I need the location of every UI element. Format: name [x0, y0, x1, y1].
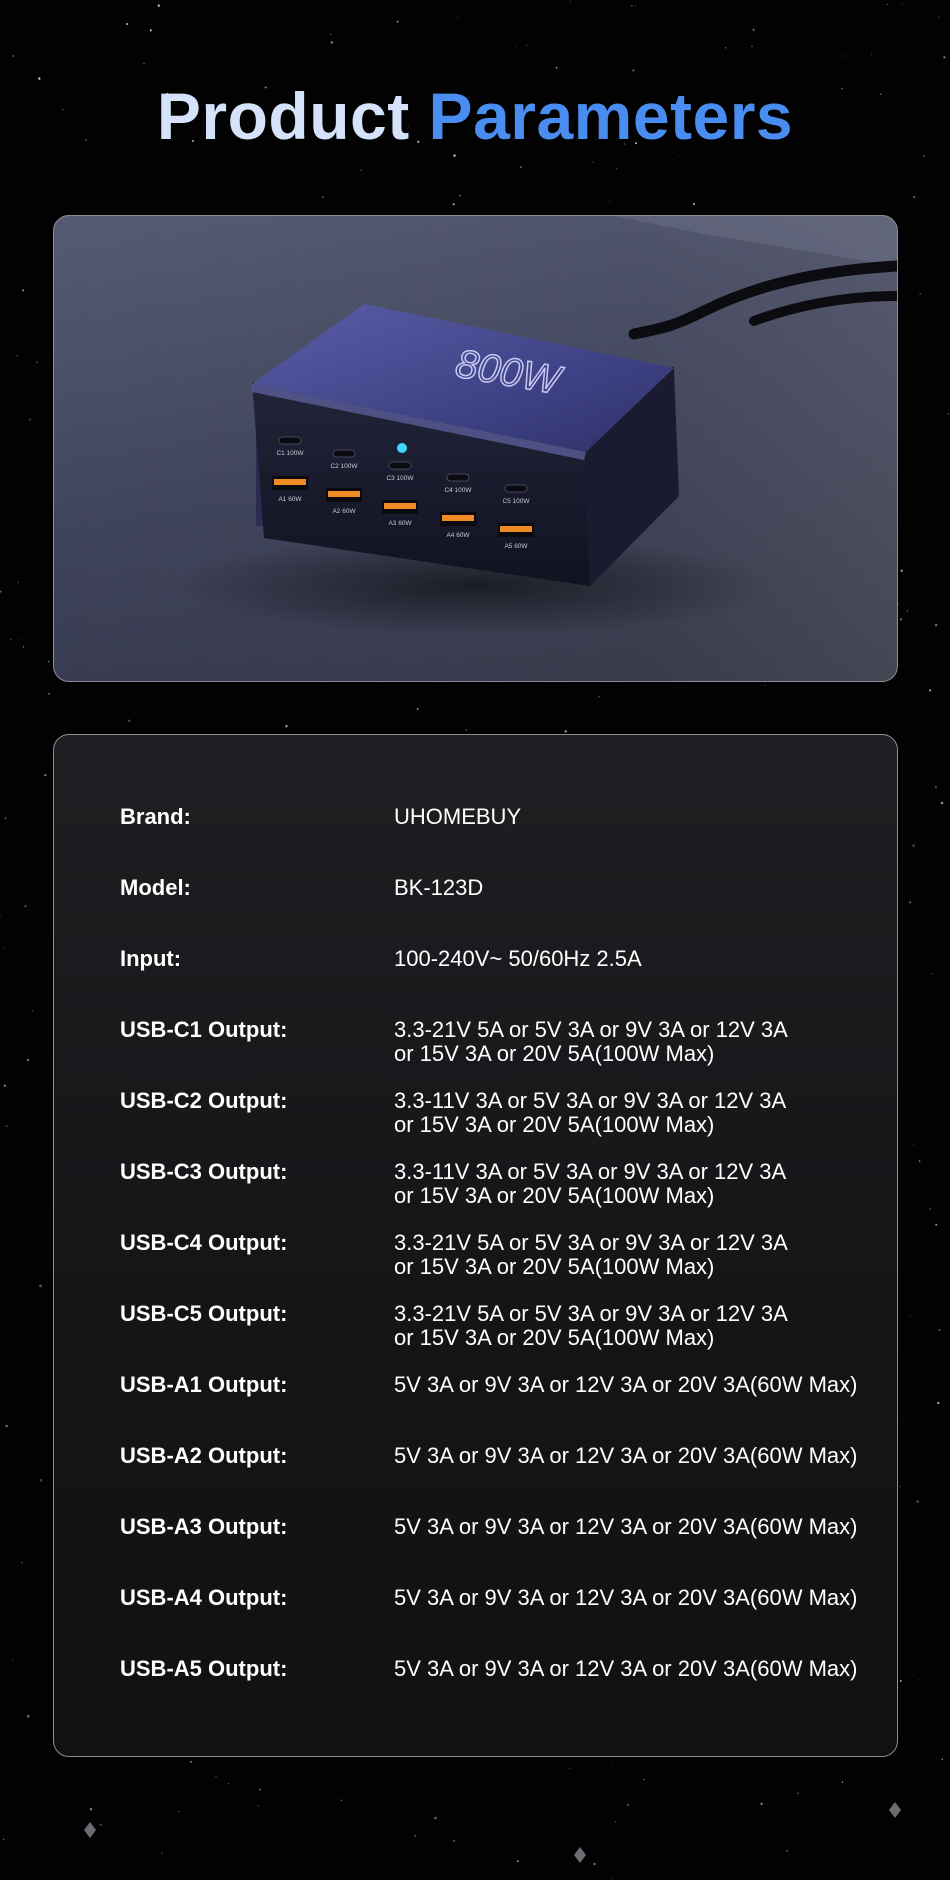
usb-c-port	[446, 473, 470, 482]
spec-value-line: 5V 3A or 9V 3A or 12V 3A or 20V 3A(60W M…	[394, 1443, 858, 1468]
spec-row: USB-C4 Output: 3.3-21V 5A or 5V 3A or 9V …	[120, 1231, 880, 1279]
product-photo: 800W C1 100W C2 100W C3 100W C4 100W C5 100W…	[53, 215, 898, 682]
spec-value-line: or 15V 3A or 20V 5A(100W Max)	[394, 1041, 715, 1066]
spec-row: USB-C3 Output: 3.3-11V 3A or 5V 3A or 9V …	[120, 1160, 880, 1208]
usb-c-port	[388, 461, 412, 470]
spec-value: BK-123D	[394, 876, 483, 900]
spec-value-line: 3.3-21V 5A or 5V 3A or 9V 3A or 12V 3A	[394, 1301, 788, 1326]
page-title-word-1: Product	[156, 79, 410, 153]
usb-a-port-label: A4 60W	[446, 532, 470, 539]
spec-label: USB-C1 Output:	[120, 1017, 288, 1042]
spec-row: USB-A3 Output: 5V 3A or 9V 3A or 12V 3A o…	[120, 1515, 880, 1539]
spec-value: 5V 3A or 9V 3A or 12V 3A or 20V 3A(60W M…	[394, 1444, 857, 1468]
spec-table: Brand: UHOMEBUY Model: BK-123D Input: 100-240…	[53, 734, 898, 1757]
charger-illustration: 800W C1 100WC2 100WC3 100WC4 100WC5 100W…	[54, 216, 897, 681]
usb-c-port	[332, 449, 356, 458]
spec-row: Brand: UHOMEBUY	[120, 805, 880, 829]
spec-value-line: 3.3-21V 5A or 5V 3A or 9V 3A or 12V 3A	[394, 1230, 788, 1255]
spec-value-line: 3.3-11V 3A or 5V 3A or 9V 3A or 12V 3A	[394, 1088, 787, 1113]
spec-label: USB-C5 Output:	[120, 1301, 288, 1326]
spec-row: USB-A5 Output: 5V 3A or 9V 3A or 12V 3A o…	[120, 1657, 880, 1681]
spec-value: 5V 3A or 9V 3A or 12V 3A or 20V 3A(60W M…	[394, 1657, 857, 1681]
usb-a-port-label: A1 60W	[278, 496, 302, 503]
usb-c-port	[278, 436, 302, 445]
spec-value-line: or 15V 3A or 20V 5A(100W Max)	[394, 1325, 715, 1350]
sparkle-icon	[574, 1847, 586, 1863]
spec-label: USB-A3 Output:	[120, 1514, 288, 1539]
usb-c-port-label: C2 100W	[330, 463, 358, 470]
spec-value: 3.3-21V 5A or 5V 3A or 9V 3A or 12V 3A or…	[394, 1302, 788, 1350]
page-title: Product Parameters	[0, 78, 950, 154]
spec-value: 100-240V~ 50/60Hz 2.5A	[394, 947, 642, 971]
sparkle-icon	[889, 1802, 901, 1818]
spec-value-line: 5V 3A or 9V 3A or 12V 3A or 20V 3A(60W M…	[394, 1372, 858, 1397]
spec-value-line: 5V 3A or 9V 3A or 12V 3A or 20V 3A(60W M…	[394, 1514, 858, 1539]
usb-c-port-label: C3 100W	[386, 475, 414, 482]
spec-label: USB-A4 Output:	[120, 1585, 288, 1610]
spec-value: 3.3-11V 3A or 5V 3A or 9V 3A or 12V 3A or…	[394, 1160, 786, 1208]
usb-a-port-label: A2 60W	[332, 508, 356, 515]
spec-row: USB-A2 Output: 5V 3A or 9V 3A or 12V 3A o…	[120, 1444, 880, 1468]
spec-row: Model: BK-123D	[120, 876, 880, 900]
page-title-word-2: Parameters	[428, 79, 794, 153]
spec-value: 5V 3A or 9V 3A or 12V 3A or 20V 3A(60W M…	[394, 1586, 857, 1610]
spec-label: Brand:	[120, 804, 191, 829]
spec-value-line: 3.3-11V 3A or 5V 3A or 9V 3A or 12V 3A	[394, 1159, 787, 1184]
spec-label: USB-C4 Output:	[120, 1230, 288, 1255]
usb-c-port-label: C5 100W	[502, 498, 530, 505]
usb-c-port-label: C1 100W	[276, 450, 304, 457]
usb-a-port-label: A3 60W	[388, 520, 412, 527]
indicator-light	[397, 443, 407, 453]
spec-label: USB-A1 Output:	[120, 1372, 288, 1397]
spec-row: USB-A4 Output: 5V 3A or 9V 3A or 12V 3A o…	[120, 1586, 880, 1610]
spec-row: USB-C5 Output: 3.3-21V 5A or 5V 3A or 9V …	[120, 1302, 880, 1350]
spec-value: 3.3-21V 5A or 5V 3A or 9V 3A or 12V 3A or…	[394, 1018, 788, 1066]
spec-label: USB-C2 Output:	[120, 1088, 288, 1113]
spec-value-line: 3.3-21V 5A or 5V 3A or 9V 3A or 12V 3A	[394, 1017, 788, 1042]
spec-value-line: 5V 3A or 9V 3A or 12V 3A or 20V 3A(60W M…	[394, 1656, 858, 1681]
spec-label: Model:	[120, 875, 191, 900]
spec-value-line: UHOMEBUY	[394, 804, 522, 829]
spec-row: USB-A1 Output: 5V 3A or 9V 3A or 12V 3A o…	[120, 1373, 880, 1397]
usb-c-port	[504, 484, 528, 493]
spec-value-line: 100-240V~ 50/60Hz 2.5A	[394, 946, 642, 971]
usb-c-port-label: C4 100W	[444, 487, 472, 494]
spec-label: USB-A2 Output:	[120, 1443, 288, 1468]
spec-label: Input:	[120, 946, 182, 971]
spec-row: Input: 100-240V~ 50/60Hz 2.5A	[120, 947, 880, 971]
spec-value: 5V 3A or 9V 3A or 12V 3A or 20V 3A(60W M…	[394, 1515, 857, 1539]
spec-label: USB-A5 Output:	[120, 1656, 288, 1681]
spec-label: USB-C3 Output:	[120, 1159, 288, 1184]
spec-row: USB-C1 Output: 3.3-21V 5A or 5V 3A or 9V …	[120, 1018, 880, 1066]
spec-value: 5V 3A or 9V 3A or 12V 3A or 20V 3A(60W M…	[394, 1373, 857, 1397]
spec-value-line: BK-123D	[394, 875, 484, 900]
spec-value: 3.3-21V 5A or 5V 3A or 9V 3A or 12V 3A or…	[394, 1231, 788, 1279]
usb-a-port-label: A5 60W	[504, 543, 528, 550]
spec-value-line: or 15V 3A or 20V 5A(100W Max)	[394, 1183, 715, 1208]
spec-value-line: 5V 3A or 9V 3A or 12V 3A or 20V 3A(60W M…	[394, 1585, 858, 1610]
spec-row: USB-C2 Output: 3.3-11V 3A or 5V 3A or 9V …	[120, 1089, 880, 1137]
spec-value-line: or 15V 3A or 20V 5A(100W Max)	[394, 1254, 715, 1279]
spec-value: UHOMEBUY	[394, 805, 521, 829]
spec-value-line: or 15V 3A or 20V 5A(100W Max)	[394, 1112, 715, 1137]
sparkle-icon	[84, 1822, 96, 1838]
spec-value: 3.3-11V 3A or 5V 3A or 9V 3A or 12V 3A or…	[394, 1089, 786, 1137]
